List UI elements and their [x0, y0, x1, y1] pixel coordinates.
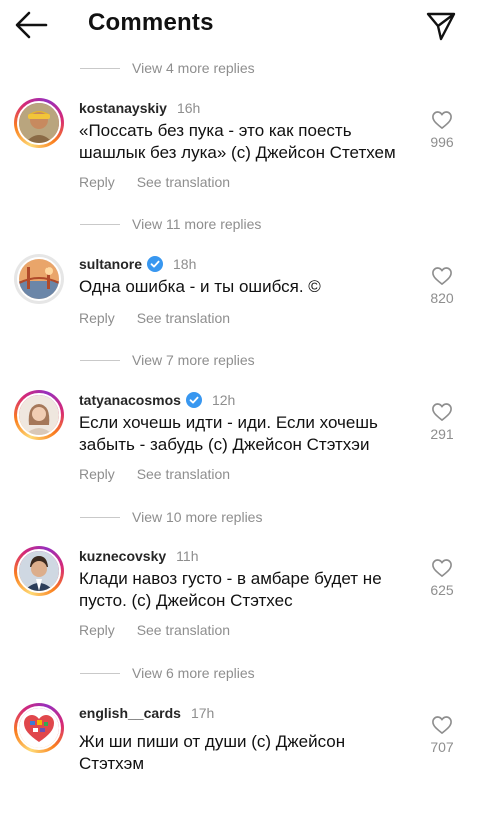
username[interactable]: kuznecovsky	[79, 548, 166, 564]
comment: tatyanacosmos 12h Если хочешь идти - иди…	[0, 390, 478, 500]
heart-icon[interactable]	[431, 110, 453, 130]
divider-line	[80, 672, 120, 674]
see-translation-button[interactable]: See translation	[137, 466, 230, 482]
comment-text: Клади навоз густо - в амбаре будет не пу…	[79, 569, 382, 610]
divider-line	[80, 359, 120, 361]
comment: sultanore 18h Одна ошибка - и ты ошибся.…	[0, 254, 478, 364]
comment-meta: tatyanacosmos 12h	[79, 390, 235, 410]
comment-meta: kostanayskiy 16h	[79, 98, 200, 118]
comment: kostanayskiy 16h «Поссать без пука - это…	[0, 98, 478, 208]
see-translation-button[interactable]: See translation	[137, 174, 230, 190]
avatar[interactable]	[14, 390, 64, 440]
comment-text: Если хочешь идти - иди. Если хочешь забы…	[79, 413, 378, 454]
comment-meta: kuznecovsky 11h	[79, 546, 199, 566]
reply-button[interactable]: Reply	[79, 466, 115, 482]
comment-actions: Reply See translation	[79, 310, 230, 326]
avatar-image	[19, 259, 59, 299]
avatar-image	[19, 103, 59, 143]
comment-text: Жи ши пиши от души (с) Джейсон Стэтхэм	[79, 732, 346, 773]
verified-badge-icon	[185, 392, 202, 408]
divider-line	[80, 516, 120, 518]
paper-plane-icon[interactable]	[424, 9, 458, 43]
like-block: 996	[422, 110, 462, 150]
username[interactable]: english__cards	[79, 705, 181, 721]
divider-line	[80, 67, 120, 69]
like-count: 820	[430, 290, 454, 306]
view-more-label: View 7 more replies	[132, 352, 255, 368]
like-block: 820	[422, 266, 462, 306]
avatar[interactable]	[14, 98, 64, 148]
heart-icon[interactable]	[431, 402, 453, 422]
timestamp: 17h	[190, 705, 215, 721]
comment-text: Одна ошибка - и ты ошибся. ©	[79, 277, 321, 296]
comment-actions: Reply See translation	[79, 622, 230, 638]
timestamp: 11h	[176, 548, 199, 564]
heart-icon[interactable]	[431, 558, 453, 578]
view-more-replies[interactable]: View 4 more replies	[80, 58, 255, 78]
view-more-label: View 10 more replies	[132, 509, 263, 525]
avatar[interactable]	[14, 703, 64, 753]
comment-text: «Поссать без пука - это как поесть шашлы…	[79, 121, 396, 162]
avatar[interactable]	[14, 254, 64, 304]
like-block: 707	[422, 715, 462, 755]
username[interactable]: kostanayskiy	[79, 100, 167, 116]
reply-button[interactable]: Reply	[79, 310, 115, 326]
avatar[interactable]	[14, 546, 64, 596]
like-block: 625	[422, 558, 462, 598]
verified-badge-icon	[147, 256, 164, 272]
timestamp: 12h	[211, 392, 236, 408]
comment-actions: Reply See translation	[79, 466, 230, 482]
timestamp: 16h	[176, 100, 201, 116]
heart-icon[interactable]	[431, 266, 453, 286]
arrow-left-icon[interactable]	[14, 10, 48, 40]
like-count: 996	[430, 134, 454, 150]
view-more-label: View 6 more replies	[132, 665, 255, 681]
see-translation-button[interactable]: See translation	[137, 310, 230, 326]
reply-button[interactable]: Reply	[79, 622, 115, 638]
username[interactable]: tatyanacosmos	[79, 392, 181, 408]
reply-button[interactable]: Reply	[79, 174, 115, 190]
avatar-image	[19, 708, 59, 748]
comment: english__cards 17h Жи ши пиши от души (с…	[0, 703, 478, 813]
comment-actions: Reply See translation	[79, 174, 230, 190]
comment: kuznecovsky 11h Клади навоз густо - в ам…	[0, 546, 478, 656]
see-translation-button[interactable]: See translation	[137, 622, 230, 638]
page-title: Comments	[88, 9, 214, 36]
username[interactable]: sultanore	[79, 256, 142, 272]
view-more-label: View 4 more replies	[132, 60, 255, 76]
timestamp: 18h	[173, 256, 197, 272]
avatar-image	[19, 551, 59, 591]
like-count: 291	[430, 426, 454, 442]
like-count: 625	[430, 582, 454, 598]
view-more-replies[interactable]: View 10 more replies	[80, 507, 262, 527]
comment-meta: sultanore 18h	[79, 254, 196, 274]
heart-icon[interactable]	[431, 715, 453, 735]
view-more-label: View 11 more replies	[132, 216, 262, 232]
like-block: 291	[422, 402, 462, 442]
view-more-replies[interactable]: View 7 more replies	[80, 350, 255, 370]
divider-line	[80, 223, 120, 225]
comment-meta: english__cards 17h	[79, 703, 214, 723]
avatar-image	[19, 395, 59, 435]
view-more-replies[interactable]: View 11 more replies	[80, 214, 261, 234]
view-more-replies[interactable]: View 6 more replies	[80, 663, 255, 683]
like-count: 707	[430, 739, 454, 755]
header: Comments	[0, 0, 478, 52]
